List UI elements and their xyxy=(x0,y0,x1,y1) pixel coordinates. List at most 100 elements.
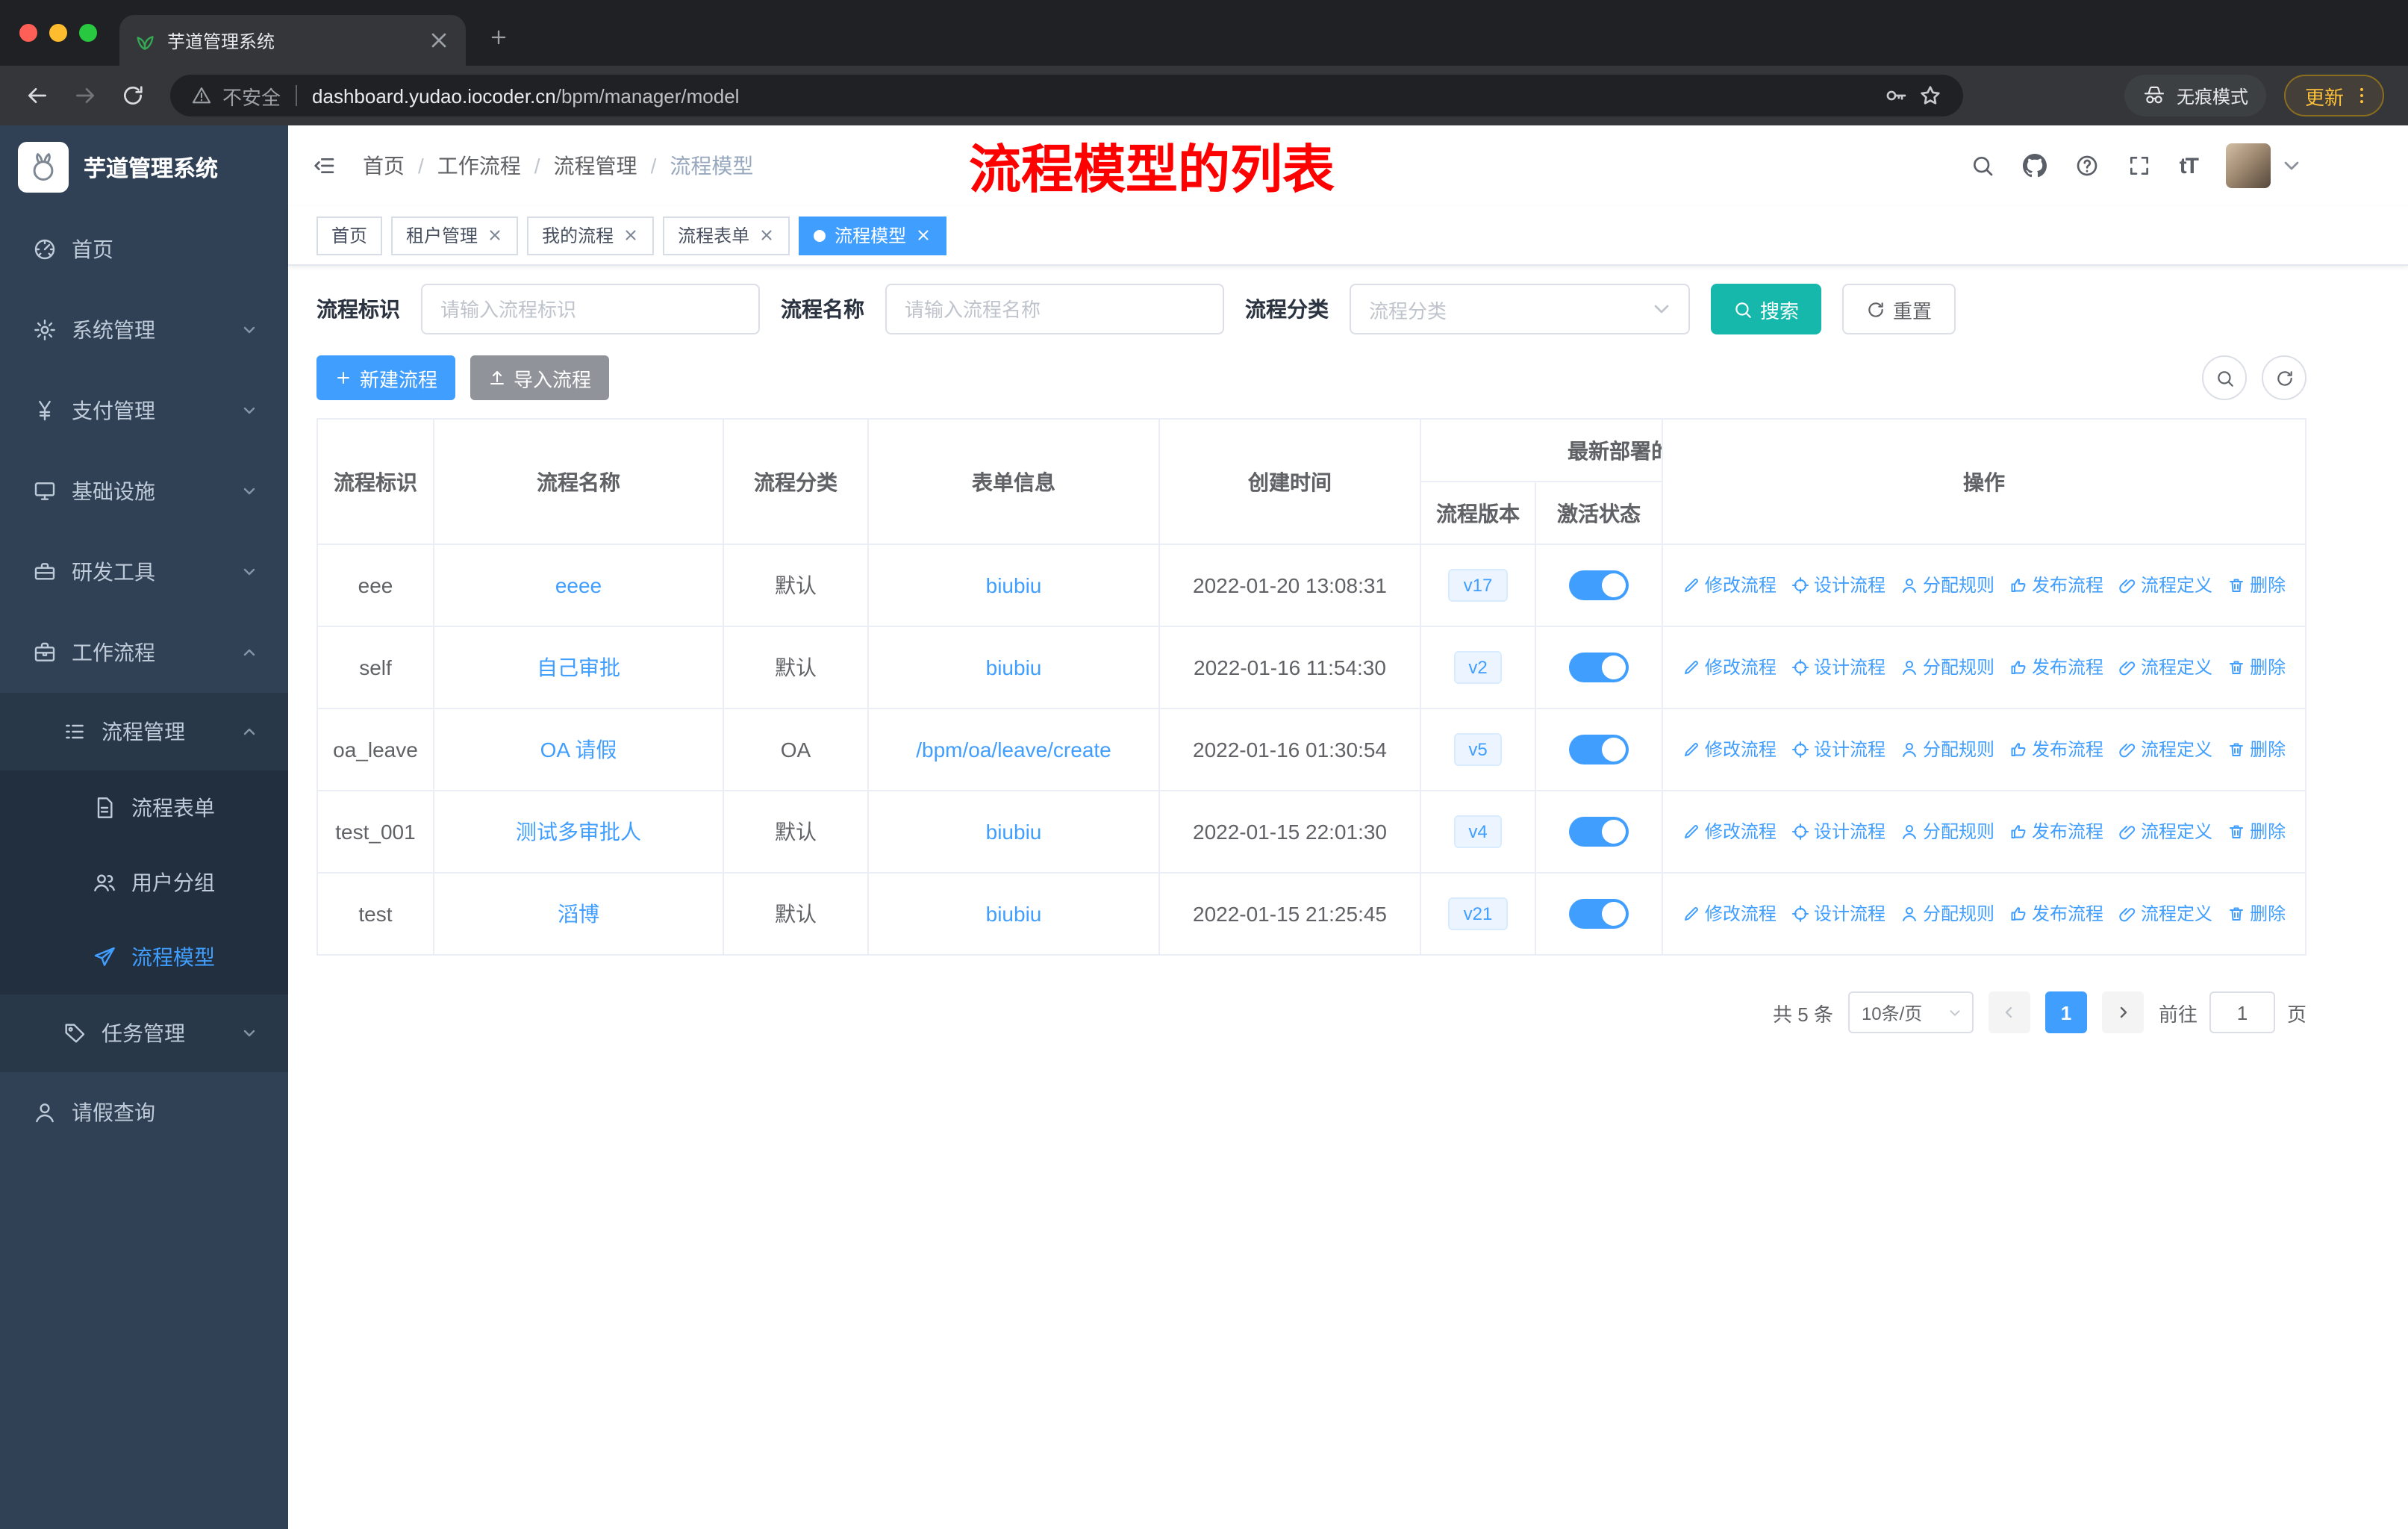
sidebar-item-infrastructure[interactable]: 基础设施 xyxy=(0,451,288,532)
sidebar-item-payment-management[interactable]: 支付管理 xyxy=(0,370,288,451)
op-assign-link[interactable]: 分配规则 xyxy=(1900,819,1994,844)
op-design-link[interactable]: 设计流程 xyxy=(1791,901,1885,927)
process-name-link[interactable]: OA 请假 xyxy=(540,738,617,762)
op-delete-link[interactable]: 删除 xyxy=(2227,819,2286,844)
tag-tenant-management[interactable]: 租户管理 xyxy=(391,216,519,255)
op-definition-link[interactable]: 流程定义 xyxy=(2118,819,2212,844)
goto-page-input[interactable] xyxy=(2209,991,2275,1033)
tag-process-model[interactable]: 流程模型 xyxy=(799,216,947,255)
sidebar-item-process-model[interactable]: 流程模型 xyxy=(0,920,288,994)
collapse-sidebar-icon[interactable] xyxy=(312,154,336,178)
import-process-button[interactable]: 导入流程 xyxy=(470,355,610,400)
op-definition-link[interactable]: 流程定义 xyxy=(2118,573,2212,598)
form-info-link[interactable]: biubiu xyxy=(986,573,1042,597)
sidebar-item-leave-query[interactable]: 请假查询 xyxy=(0,1072,288,1153)
sidebar-item-dev-tools[interactable]: 研发工具 xyxy=(0,532,288,612)
close-icon[interactable] xyxy=(758,227,775,243)
close-icon[interactable] xyxy=(487,227,503,243)
avatar[interactable] xyxy=(2226,143,2271,188)
close-icon[interactable] xyxy=(915,227,932,243)
op-assign-link[interactable]: 分配规则 xyxy=(1900,901,1994,927)
tag-process-form[interactable]: 流程表单 xyxy=(663,216,790,255)
op-edit-link[interactable]: 修改流程 xyxy=(1682,901,1777,927)
app-logo[interactable]: 芋道管理系统 xyxy=(0,125,288,209)
back-button[interactable] xyxy=(15,73,60,118)
op-design-link[interactable]: 设计流程 xyxy=(1791,655,1885,680)
toggle-search-button[interactable] xyxy=(2202,355,2247,400)
page-number-button[interactable]: 1 xyxy=(2044,991,2087,1033)
active-toggle[interactable] xyxy=(1569,570,1629,600)
form-info-link[interactable]: biubiu xyxy=(986,902,1042,926)
sidebar-item-home[interactable]: 首页 xyxy=(0,209,288,290)
op-publish-link[interactable]: 发布流程 xyxy=(2009,655,2103,680)
minimize-window-button[interactable] xyxy=(49,24,67,42)
op-assign-link[interactable]: 分配规则 xyxy=(1900,737,1994,762)
op-definition-link[interactable]: 流程定义 xyxy=(2118,655,2212,680)
process-name-input[interactable] xyxy=(885,284,1224,334)
sidebar-item-task-management[interactable]: 任务管理 xyxy=(0,994,288,1072)
form-info-link[interactable]: biubiu xyxy=(986,655,1042,679)
process-category-select[interactable]: 流程分类 xyxy=(1350,284,1690,334)
address-bar[interactable]: 不安全 dashboard.yudao.iocoder.cn/bpm/manag… xyxy=(170,75,1963,116)
op-assign-link[interactable]: 分配规则 xyxy=(1900,573,1994,598)
page-size-select[interactable]: 10条/页 xyxy=(1847,991,1974,1033)
breadcrumb-item-workflow[interactable]: 工作流程 xyxy=(437,151,521,181)
prev-page-button[interactable] xyxy=(1988,991,2030,1033)
zoom-window-button[interactable] xyxy=(79,24,97,42)
op-design-link[interactable]: 设计流程 xyxy=(1791,573,1885,598)
tag-my-process[interactable]: 我的流程 xyxy=(527,216,655,255)
close-window-button[interactable] xyxy=(19,24,37,42)
bookmark-star-icon[interactable] xyxy=(1918,84,1942,108)
sidebar-item-workflow[interactable]: 工作流程 xyxy=(0,612,288,693)
active-toggle[interactable] xyxy=(1569,899,1629,929)
new-tab-button[interactable] xyxy=(478,16,520,58)
op-delete-link[interactable]: 删除 xyxy=(2227,901,2286,927)
op-publish-link[interactable]: 发布流程 xyxy=(2009,901,2103,927)
search-icon[interactable] xyxy=(1971,154,1994,178)
fullscreen-icon[interactable] xyxy=(2127,154,2151,178)
active-toggle[interactable] xyxy=(1569,817,1629,847)
op-edit-link[interactable]: 修改流程 xyxy=(1682,737,1777,762)
github-icon[interactable] xyxy=(2023,154,2047,178)
create-process-button[interactable]: 新建流程 xyxy=(316,355,456,400)
tag-home[interactable]: 首页 xyxy=(316,216,383,255)
close-icon[interactable] xyxy=(623,227,639,243)
process-name-link[interactable]: 滔博 xyxy=(558,902,599,926)
forward-button[interactable] xyxy=(63,73,107,118)
op-publish-link[interactable]: 发布流程 xyxy=(2009,737,2103,762)
browser-tab[interactable]: 芋道管理系统 xyxy=(119,15,466,66)
user-menu[interactable] xyxy=(2226,143,2303,188)
breadcrumb-item-process-management[interactable]: 流程管理 xyxy=(554,151,637,181)
process-name-link[interactable]: 自己审批 xyxy=(537,655,620,679)
search-button[interactable]: 搜索 xyxy=(1711,284,1822,334)
active-toggle[interactable] xyxy=(1569,653,1629,682)
font-size-icon[interactable]: tT xyxy=(2180,153,2199,178)
op-design-link[interactable]: 设计流程 xyxy=(1791,819,1885,844)
op-assign-link[interactable]: 分配规则 xyxy=(1900,655,1994,680)
question-icon[interactable] xyxy=(2075,154,2099,178)
op-publish-link[interactable]: 发布流程 xyxy=(2009,573,2103,598)
breadcrumb-item-home[interactable]: 首页 xyxy=(363,151,405,181)
sidebar-item-system-management[interactable]: 系统管理 xyxy=(0,290,288,370)
form-info-link[interactable]: /bpm/oa/leave/create xyxy=(916,738,1111,762)
process-name-link[interactable]: eeee xyxy=(555,573,602,597)
op-edit-link[interactable]: 修改流程 xyxy=(1682,819,1777,844)
sidebar-item-user-group[interactable]: 用户分组 xyxy=(0,845,288,920)
security-warning-icon[interactable] xyxy=(191,85,212,106)
active-toggle[interactable] xyxy=(1569,735,1629,764)
sidebar-item-process-form[interactable]: 流程表单 xyxy=(0,770,288,845)
process-id-input[interactable] xyxy=(421,284,760,334)
reload-button[interactable] xyxy=(110,73,155,118)
op-delete-link[interactable]: 删除 xyxy=(2227,737,2286,762)
op-delete-link[interactable]: 删除 xyxy=(2227,655,2286,680)
browser-update-button[interactable]: 更新 xyxy=(2283,75,2384,116)
op-edit-link[interactable]: 修改流程 xyxy=(1682,573,1777,598)
op-delete-link[interactable]: 删除 xyxy=(2227,573,2286,598)
password-key-icon[interactable] xyxy=(1884,84,1908,108)
op-design-link[interactable]: 设计流程 xyxy=(1791,737,1885,762)
sidebar-item-process-management[interactable]: 流程管理 xyxy=(0,693,288,770)
refresh-table-button[interactable] xyxy=(2262,355,2306,400)
next-page-button[interactable] xyxy=(2101,991,2144,1033)
browser-menu-kebab-icon[interactable] xyxy=(2351,85,2372,106)
process-name-link[interactable]: 测试多审批人 xyxy=(516,820,641,844)
